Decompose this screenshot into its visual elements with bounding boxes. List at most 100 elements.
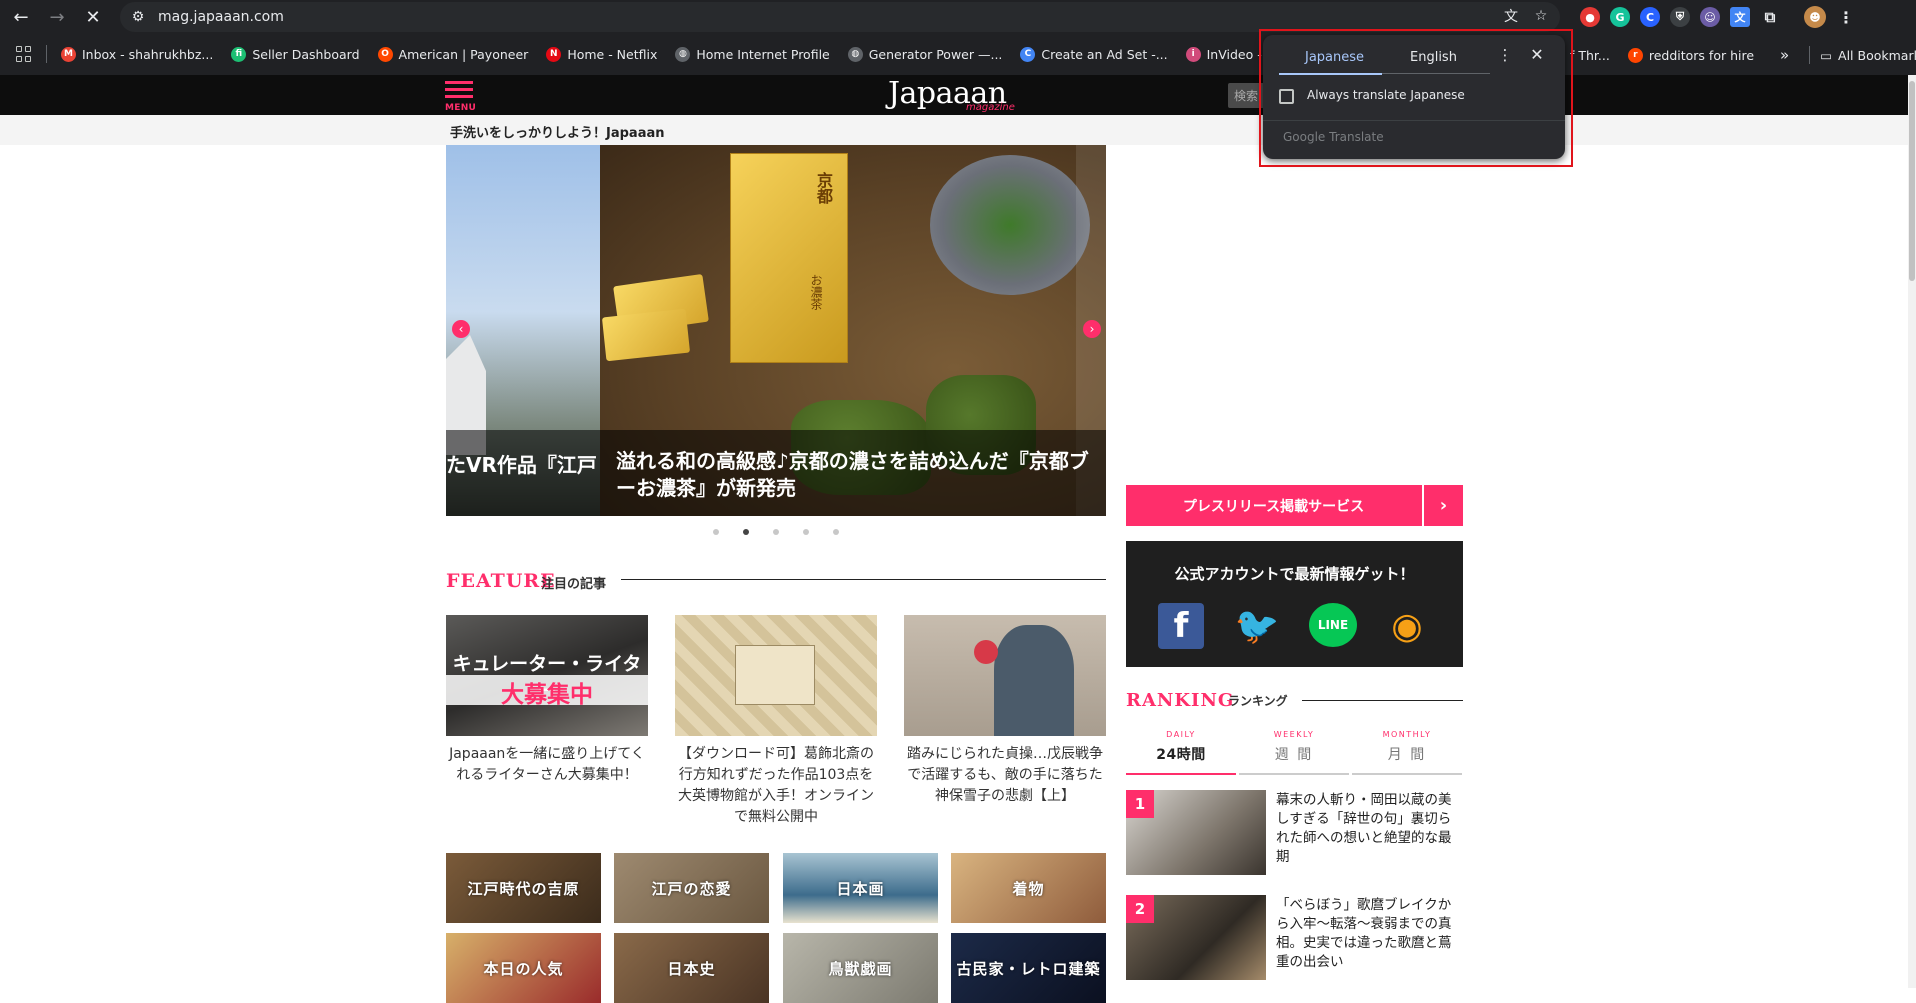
extension-face-icon[interactable]: ☺ xyxy=(1700,7,1720,27)
all-bookmarks-button[interactable]: ▭All Bookmarks xyxy=(1820,48,1916,63)
feature-card-thumbnail[interactable] xyxy=(904,615,1106,736)
bookmark-item[interactable]: MInbox - shahrukhbz... xyxy=(61,47,213,62)
translate-page-icon[interactable]: 文 xyxy=(1500,5,1522,27)
heading-rule xyxy=(621,579,1106,580)
bookmark-label: Home - Netflix xyxy=(567,47,657,62)
tab-underline xyxy=(1352,773,1462,775)
ranking-heading-jp: ランキング xyxy=(1228,692,1288,709)
bookmark-item[interactable]: OAmerican | Payoneer xyxy=(378,47,529,62)
ranking-title[interactable]: 幕末の人斬り・岡田以蔵の美しすぎる「辞世の句」裏切られた師への想いと絶望的な最期 xyxy=(1276,791,1463,867)
artwork-frame xyxy=(735,645,815,705)
slider-prev-icon[interactable]: ‹ xyxy=(452,320,470,338)
ranking-item[interactable]: 2 「べらぼう」歌麿ブレイクから入牢〜転落〜衰弱までの真相。史実では違った歌麿と… xyxy=(1126,895,1463,980)
slider-dot[interactable] xyxy=(833,529,839,535)
address-bar[interactable]: ⚙ mag.japaaan.com xyxy=(120,2,1560,32)
feature-card-thumbnail[interactable] xyxy=(675,615,877,736)
apps-grid-icon[interactable] xyxy=(16,46,32,62)
tab-en-label: DAILY xyxy=(1126,730,1236,739)
tab-jp-label: 週 間 xyxy=(1239,744,1349,764)
slider-next-icon[interactable]: › xyxy=(1083,320,1101,338)
site-header: MENU Japaaan magazine 検索 xyxy=(0,75,1916,115)
feature-card-thumbnail[interactable]: キュレーター・ライター 大募集中 xyxy=(446,615,648,736)
castle-shape xyxy=(446,335,486,455)
tab-weekly[interactable]: WEEKLY 週 間 xyxy=(1239,730,1349,775)
tab-en-label: MONTHLY xyxy=(1352,730,1462,739)
tag-tile[interactable]: 本日の人気 xyxy=(446,933,601,1003)
slider-dot[interactable] xyxy=(803,529,809,535)
stop-loading-icon[interactable]: ✕ xyxy=(78,2,108,32)
twitter-icon[interactable]: 🐦 xyxy=(1234,603,1280,649)
browser-toolbar: ← → ✕ ⚙ mag.japaaan.com 文 ☆ ● G C ⛨ ☺ 文 … xyxy=(0,0,1916,34)
facebook-icon[interactable]: f xyxy=(1158,603,1204,649)
tag-tile[interactable]: 古民家・レトロ建築 xyxy=(951,933,1106,1003)
slider-dot[interactable] xyxy=(743,529,749,535)
bookmarks-separator xyxy=(1809,46,1810,64)
site-logo[interactable]: Japaaan magazine xyxy=(888,76,1028,114)
bookmark-star-icon[interactable]: ☆ xyxy=(1530,5,1552,27)
ranking-item[interactable]: 1 幕末の人斬り・岡田以蔵の美しすぎる「辞世の句」裏切られた師への想いと絶望的な… xyxy=(1126,790,1463,875)
forward-arrow-icon[interactable]: → xyxy=(42,2,72,32)
bookmark-item[interactable]: f Thr... xyxy=(1570,48,1610,63)
rss-icon[interactable]: ◉ xyxy=(1384,603,1430,649)
tab-daily[interactable]: DAILY 24時間 xyxy=(1126,730,1236,775)
tab-monthly[interactable]: MONTHLY 月 間 xyxy=(1352,730,1462,775)
current-slide-image[interactable] xyxy=(600,145,1106,516)
extensions-puzzle-icon[interactable]: ⧉ xyxy=(1760,7,1780,27)
feature-card-title[interactable]: 踏みにじられた貞操…戊辰戦争で活躍するも、敵の手に落ちた神保雪子の悲劇【上】 xyxy=(904,744,1106,807)
press-release-button[interactable]: プレスリリース掲載サービス › xyxy=(1126,485,1463,526)
bookmark-label: Home Internet Profile xyxy=(696,47,829,62)
browser-menu-kebab-icon[interactable]: ⋮ xyxy=(1836,7,1856,27)
bookmark-item[interactable]: ◍Generator Power —... xyxy=(848,47,1003,62)
bookmark-item[interactable]: r redditors for hire xyxy=(1628,48,1754,63)
bookmark-item[interactable]: CCreate an Ad Set -... xyxy=(1020,47,1167,62)
tag-tile[interactable]: 日本画 xyxy=(783,853,938,923)
ranking-heading-en: RANKING xyxy=(1126,690,1234,711)
tag-tile[interactable]: 江戸時代の吉原 xyxy=(446,853,601,923)
bookmark-list: MInbox - shahrukhbz... fiSeller Dashboard… xyxy=(61,47,1407,62)
rank-number: 1 xyxy=(1126,790,1154,818)
menu-button[interactable]: MENU xyxy=(445,81,473,111)
feature-card-title[interactable]: 【ダウンロード可】葛飾北斎の行方知れずだった作品103点を大英博物館が入手！オン… xyxy=(675,744,877,828)
feature-card-title[interactable]: Japaaanを一緒に盛り上げてくれるライターさん大募集中！ xyxy=(446,744,648,786)
bookmark-label: Generator Power —... xyxy=(869,47,1003,62)
grammarly-icon[interactable]: G xyxy=(1610,7,1630,27)
more-bookmarks-icon[interactable]: » xyxy=(1780,46,1789,64)
feature-card[interactable]: キュレーター・ライター 大募集中 Japaaanを一緒に盛り上げてくれるライター… xyxy=(446,615,648,786)
slider-dot[interactable] xyxy=(713,529,719,535)
social-heading: 公式アカウントで最新情報ゲット！ xyxy=(1126,563,1463,584)
rank-number: 2 xyxy=(1126,895,1154,923)
back-arrow-icon[interactable]: ← xyxy=(6,2,36,32)
tag-tile[interactable]: 着物 xyxy=(951,853,1106,923)
profile-avatar[interactable]: ☻ xyxy=(1804,6,1826,28)
feature-card[interactable]: 【ダウンロード可】葛飾北斎の行方知れずだった作品103点を大英博物館が入手！オン… xyxy=(675,615,877,828)
extension-red-icon[interactable]: ● xyxy=(1580,7,1600,27)
browser-chrome: ← → ✕ ⚙ mag.japaaan.com 文 ☆ ● G C ⛨ ☺ 文 … xyxy=(0,0,1916,75)
url-text[interactable]: mag.japaaan.com xyxy=(158,9,284,25)
extension-c-icon[interactable]: C xyxy=(1640,7,1660,27)
ranking-title[interactable]: 「べらぼう」歌麿ブレイクから入牢〜転落〜衰弱までの真相。史実では違った歌麿と蔦重… xyxy=(1276,896,1463,972)
globe-icon: ◍ xyxy=(675,47,690,62)
shield-extension-icon[interactable]: ⛨ xyxy=(1670,7,1690,27)
bookmark-item[interactable]: NHome - Netflix xyxy=(546,47,657,62)
page-scrollbar[interactable] xyxy=(1908,75,1916,988)
slider-dot[interactable] xyxy=(773,529,779,535)
reddit-icon: r xyxy=(1628,48,1643,63)
bookmark-label: American | Payoneer xyxy=(399,47,529,62)
hero-slider[interactable] xyxy=(446,145,1106,516)
site-info-icon[interactable]: ⚙ xyxy=(126,5,150,29)
folder-icon: ▭ xyxy=(1820,48,1832,63)
hamburger-icon xyxy=(445,81,473,84)
tag-tile[interactable]: 鳥獣戯画 xyxy=(783,933,938,1003)
google-translate-extension-icon[interactable]: 文 xyxy=(1730,7,1750,27)
news-ticker: 手洗いをしっかりしよう！Japaaan xyxy=(0,115,1916,145)
line-icon[interactable]: LINE xyxy=(1309,603,1357,647)
ticker-text[interactable]: 手洗いをしっかりしよう！Japaaan xyxy=(450,122,665,141)
bookmark-item[interactable]: fiSeller Dashboard xyxy=(231,47,359,62)
tag-tile[interactable]: 日本史 xyxy=(614,933,769,1003)
tab-jp-label: 24時間 xyxy=(1126,744,1236,764)
feature-card[interactable]: 踏みにじられた貞操…戊辰戦争で活躍するも、敵の手に落ちた神保雪子の悲劇【上】 xyxy=(904,615,1106,807)
bookmark-label: redditors for hire xyxy=(1649,48,1754,63)
bookmark-item[interactable]: ◍ Home Internet Profile xyxy=(675,47,829,62)
scrollbar-thumb[interactable] xyxy=(1909,81,1915,281)
tag-tile[interactable]: 江戸の恋愛 xyxy=(614,853,769,923)
